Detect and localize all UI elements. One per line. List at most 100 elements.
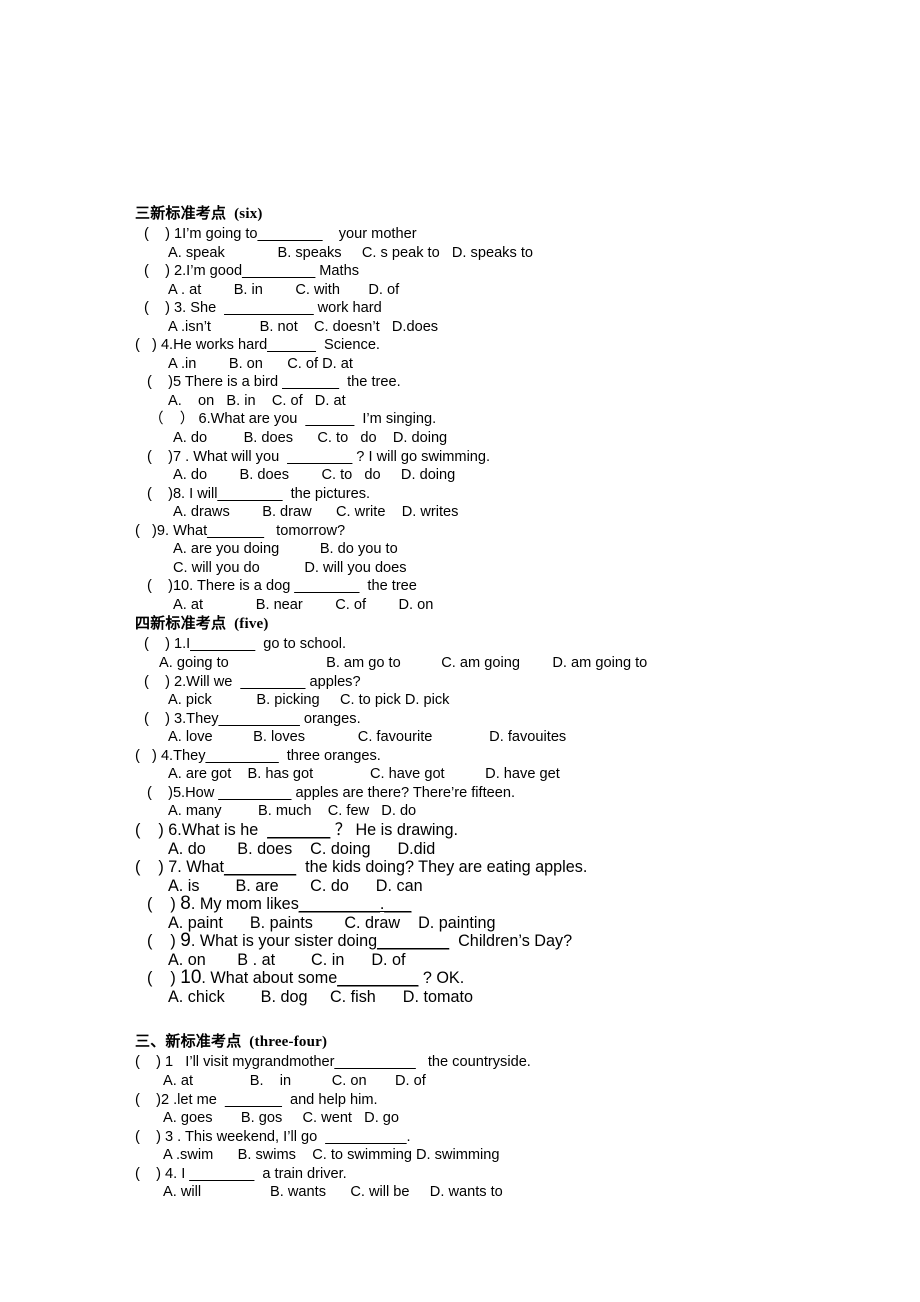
answer-options-row: C. will you do D. will you does <box>135 559 895 578</box>
line-text-tail: and help him. <box>281 1091 378 1108</box>
line-text: A. draws B. draw C. write D. writes <box>173 504 459 521</box>
question-row: ( ) 4.He works hard______ Science. <box>135 336 895 355</box>
answer-blank[interactable]: ________ <box>190 636 255 652</box>
line-text: ( ) 7. What <box>135 858 225 877</box>
line-text: A. are got B. has got C. have got D. hav… <box>168 766 560 783</box>
line-text-tail: Children’s Day? <box>449 932 573 951</box>
answer-options-row: A. are got B. has got C. have got D. hav… <box>135 765 895 784</box>
answer-options-row: A . at B. in C. with D. of <box>135 281 895 300</box>
question-row: （ ） 6.What are you ______ I’m singing. <box>135 410 895 429</box>
answer-blank[interactable]: ________ <box>294 578 359 594</box>
line-text: ( )9. What <box>135 522 208 539</box>
question-row: ( ) 10. What about some_________ ? OK. <box>135 967 895 989</box>
line-text: ( ) 1I’m going to <box>144 226 258 242</box>
answer-options-row: A. chick B. dog C. fish D. tomato <box>135 988 895 1007</box>
question-row: ( ) 9. What is your sister doing________… <box>135 930 895 952</box>
answer-blank[interactable]: _______ <box>282 374 339 390</box>
answer-blank[interactable]: __________ <box>219 711 300 727</box>
answer-options-row: A. will B. wants C. will be D. wants to <box>135 1183 895 1202</box>
line-text-tail: Maths <box>315 263 359 280</box>
line-text: ( )5.How <box>147 784 219 801</box>
question-row: ( ) 1.I________ go to school. <box>135 635 895 654</box>
line-text: A. many B. much C. few D. do <box>168 803 417 820</box>
line-text: ( ) 3. She <box>144 300 225 317</box>
line-text-tail: Science. <box>315 337 380 354</box>
line-text: ( )8. I will <box>147 485 218 502</box>
answer-blank[interactable]: _________ <box>218 785 291 801</box>
line-text: ( ) 4.They <box>135 747 206 764</box>
question-row: ( ) 4.They_________ three oranges. <box>135 747 895 766</box>
question-row: ( ) 2.I’m good_________ Maths <box>135 262 895 281</box>
answer-blank[interactable]: ________ <box>287 449 352 465</box>
worksheet-page: 三新标准考点 (six)( ) 1I’m going to________ yo… <box>0 0 920 1302</box>
question-row: ( )2 .let me _______ and help him. <box>135 1091 895 1110</box>
answer-options-row: A. at B. in C. on D. of <box>135 1072 895 1091</box>
line-text: ( )10. There is a dog <box>147 578 295 595</box>
answer-blank[interactable]: _______ <box>225 1092 282 1108</box>
question-row: ( )7 . What will you ________ ? I will g… <box>135 448 895 467</box>
line-text: A. on B . at C. in D. of <box>168 950 406 969</box>
line-text-tail: the kids doing? They are eating apples. <box>296 858 588 877</box>
answer-blank[interactable]: _________ <box>206 748 279 764</box>
answer-blank[interactable]: ________ <box>240 674 305 690</box>
section-section-six: 三新标准考点 (six)( ) 1I’m going to________ yo… <box>135 204 895 614</box>
answer-blank[interactable]: _______ <box>207 523 264 539</box>
answer-blank[interactable]: ________ <box>258 226 323 242</box>
question-row: ( )9. What_______ tomorrow? <box>135 522 895 541</box>
answer-options-row: A .in B. on C. of D. at <box>135 355 895 374</box>
line-text-tail: oranges. <box>299 710 361 727</box>
answer-blank[interactable]: _________ <box>337 969 418 987</box>
line-text: C. will you do D. will you does <box>173 559 407 576</box>
question-row: ( ) 1 I’ll visit mygrandmother__________… <box>135 1053 895 1072</box>
line-text: A. at B. near C. of D. on <box>173 596 434 613</box>
line-text: A. do B. does C. to do D. doing <box>173 430 448 447</box>
answer-blank[interactable]: _________.___ <box>299 895 412 913</box>
line-text-tail: three oranges. <box>278 747 381 764</box>
answer-options-row: A. pick B. picking C. to pick D. pick <box>135 691 895 710</box>
question-row: ( ) 2.Will we ________ apples? <box>135 673 895 692</box>
line-text: A. speak B. speaks C. s peak to D. speak… <box>168 244 534 261</box>
line-text: ( ) 10. What about some <box>147 967 338 989</box>
line-text: A. paint B. paints C. draw D. painting <box>168 913 496 932</box>
line-text: ( ) 4. I <box>135 1165 190 1182</box>
section-section-five: 四新标准考点 (five)( ) 1.I________ go to schoo… <box>135 614 895 1006</box>
line-text: （ ） 6.What are you <box>149 411 306 428</box>
line-text: ( )2 .let me <box>135 1091 226 1108</box>
question-row: ( ) 1I’m going to________ your mother <box>135 225 895 244</box>
line-text: A. goes B. gos C. went D. go <box>163 1110 400 1127</box>
answer-options-row: A. goes B. gos C. went D. go <box>135 1109 895 1128</box>
line-text: ( ) 2.I’m good <box>144 263 243 280</box>
question-number: 9 <box>180 930 191 952</box>
answer-blank[interactable]: ______ <box>267 337 316 353</box>
line-text: ( ) 2.Will we <box>144 673 241 690</box>
question-row: ( ) 3 . This weekend, I’ll go __________… <box>135 1128 895 1147</box>
line-text: ( ) 1 I’ll visit mygrandmother <box>135 1054 335 1071</box>
line-text-tail: . <box>406 1128 411 1145</box>
answer-options-row: A. going to B. am go to C. am going D. a… <box>135 654 895 673</box>
section-heading: 三新标准考点 (six) <box>135 206 263 222</box>
line-text-tail: the tree. <box>339 374 401 391</box>
answer-blank[interactable]: ___________ <box>224 300 313 316</box>
line-text: A. are you doing B. do you to <box>173 541 398 558</box>
question-row: ( ) 7. What________ the kids doing? They… <box>135 858 895 877</box>
line-text: A. on B. in C. of D. at <box>168 392 346 409</box>
answer-blank[interactable]: __________ <box>335 1054 416 1070</box>
line-text: A . at B. in C. with D. of <box>168 281 400 298</box>
answer-blank[interactable]: _______ <box>267 821 330 839</box>
answer-blank[interactable]: ________ <box>377 932 449 950</box>
answer-options-row: A. speak B. speaks C. s peak to D. speak… <box>135 244 895 263</box>
section-section-three-four: 三、新标准考点 (three-four) ( ) 1 I’ll visit myg… <box>135 1032 895 1201</box>
answer-blank[interactable]: ________ <box>218 486 283 502</box>
answer-blank[interactable]: __________ <box>325 1129 406 1145</box>
document-body: 三新标准考点 (six)( ) 1I’m going to________ yo… <box>135 204 895 1202</box>
line-text: ( )5 There is a bird <box>147 374 283 391</box>
answer-blank[interactable]: ________ <box>224 858 296 876</box>
line-text: A. do B. does C. to do D. doing <box>173 467 456 484</box>
line-text-tail: ? I will go swimming. <box>352 448 491 465</box>
answer-blank[interactable]: _________ <box>242 263 315 279</box>
answer-blank[interactable]: ______ <box>306 411 355 427</box>
answer-options-row: A. is B. are C. do D. can <box>135 877 895 896</box>
answer-blank[interactable]: ________ <box>189 1166 254 1182</box>
answer-options-row: A. on B. in C. of D. at <box>135 392 895 411</box>
line-text-tail: your mother <box>322 226 417 242</box>
